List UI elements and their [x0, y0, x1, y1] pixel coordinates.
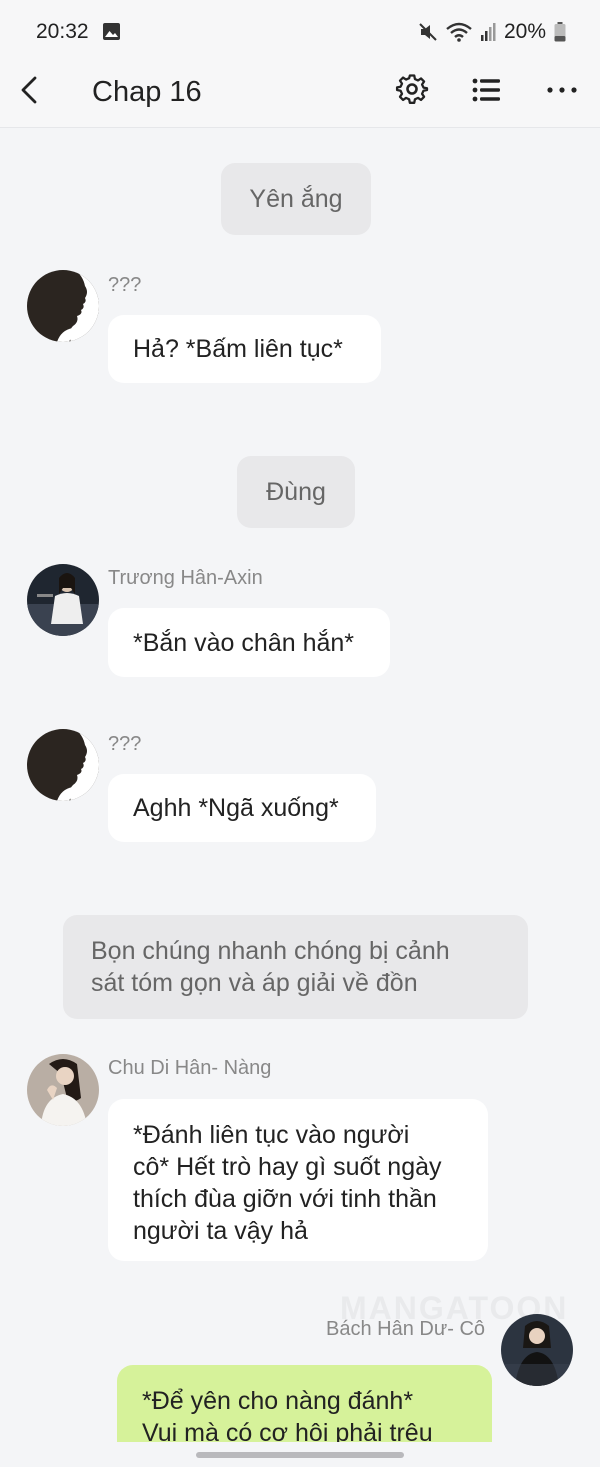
message-bubble: *Đánh liên tục vào người cô* Hết trò hay… — [108, 1099, 488, 1261]
my-message-bubble: *Để yên cho nàng đánh* Vui mà có cơ hội … — [117, 1365, 492, 1442]
gear-icon — [394, 74, 430, 112]
message-line: người ta vậy hả — [133, 1217, 308, 1245]
status-time: 20:32 — [36, 20, 89, 43]
chapter-header: Chap 16 — [0, 62, 600, 128]
settings-button[interactable] — [394, 72, 430, 108]
message-line: *Đánh liên tục vào người — [133, 1121, 410, 1149]
avatar[interactable] — [27, 270, 99, 342]
status-icons: 20% — [418, 20, 566, 44]
more-icon — [544, 87, 580, 112]
back-button[interactable] — [14, 72, 44, 112]
narration-line: sát tóm gọn và áp giải về đồn — [91, 969, 418, 997]
sender-name: Bách Hân Dư- Cô — [326, 1318, 486, 1340]
avatar[interactable] — [501, 1314, 573, 1386]
image-icon — [102, 22, 121, 41]
narration-bubble: Yên ắng — [221, 163, 371, 235]
narration-bubble: Đùng — [237, 456, 355, 528]
message-bubble: Hả? *Bấm liên tục* — [108, 315, 381, 383]
message-bubble: Aghh *Ngã xuống* — [108, 774, 376, 842]
narration-line: Bọn chúng nhanh chóng bị cảnh — [91, 937, 450, 965]
avatar[interactable] — [27, 1054, 99, 1126]
message-line: *Để yên cho nàng đánh* — [142, 1387, 414, 1415]
mute-icon — [418, 22, 438, 42]
signal-icon — [480, 23, 496, 41]
message-line: thích đùa giỡn với tinh thần — [133, 1185, 437, 1213]
avatar[interactable] — [27, 564, 99, 636]
sender-name: Chu Di Hân- Nàng — [108, 1057, 272, 1079]
sender-name: ??? — [108, 274, 142, 296]
page-title: Chap 16 — [92, 76, 202, 108]
battery-icon — [554, 22, 566, 42]
message-line: Vui mà có cơ hội phải trêu — [142, 1419, 433, 1442]
message-bubble: *Bắn vào chân hắn* — [108, 608, 390, 677]
status-bar: 20:32 20% — [0, 0, 600, 62]
list-icon — [470, 78, 504, 112]
home-indicator[interactable] — [196, 1452, 404, 1458]
sender-name: ??? — [108, 733, 142, 755]
narration-bubble: Bọn chúng nhanh chóng bị cảnh sát tóm gọ… — [63, 915, 528, 1019]
wifi-icon — [446, 22, 472, 42]
battery-percent: 20% — [503, 20, 546, 43]
back-arrow-icon — [19, 75, 39, 110]
more-options-button[interactable] — [544, 74, 580, 108]
message-line: cô* Hết trò hay gì suốt ngày — [133, 1153, 442, 1181]
chat-area[interactable]: Yên ắng ??? Hả? *Bấm liên tục* Đùng Trươ… — [0, 128, 600, 1442]
sender-name: Trương Hân-Axin — [108, 567, 263, 589]
avatar[interactable] — [27, 729, 99, 801]
chapter-list-button[interactable] — [470, 74, 504, 108]
